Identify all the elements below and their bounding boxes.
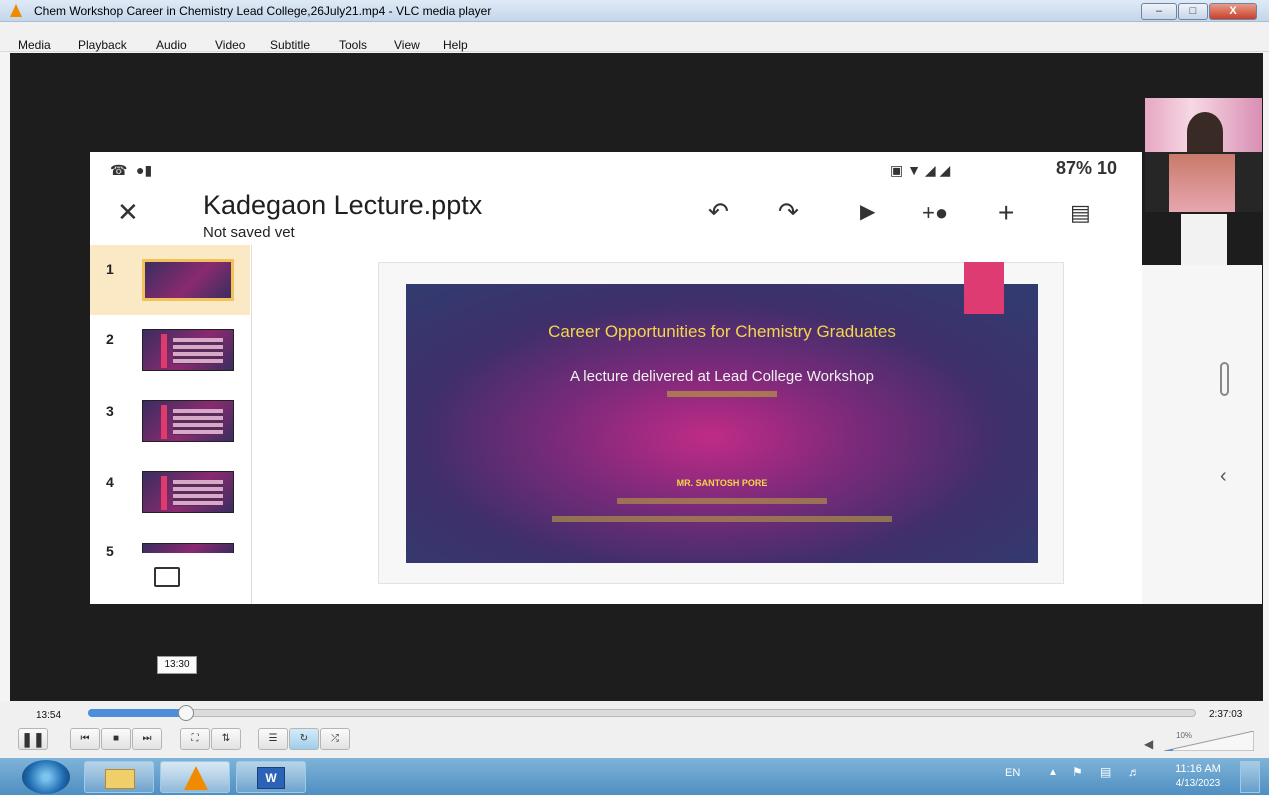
maximize-button[interactable]: □ <box>1178 3 1208 20</box>
slide-thumbnail-3[interactable] <box>142 400 234 442</box>
add-icon[interactable]: + <box>998 199 1014 227</box>
language-indicator[interactable]: EN <box>1005 767 1020 779</box>
previous-icon[interactable]: ⏮ <box>70 728 100 750</box>
taskbar-word[interactable]: W <box>236 761 306 793</box>
participant-video-3 <box>1145 212 1262 265</box>
show-desktop-button[interactable] <box>1240 761 1260 793</box>
undo-icon[interactable]: ↶ <box>708 200 729 225</box>
tray-expand-icon[interactable]: ▲ <box>1048 767 1058 778</box>
window-titlebar[interactable]: Chem Workshop Career in Chemistry Lead C… <box>0 0 1269 22</box>
slide-thumbnail-1[interactable] <box>142 259 234 301</box>
phone-side-panel: ‹ <box>1142 265 1262 604</box>
folder-icon <box>105 769 135 789</box>
word-icon: W <box>257 767 285 789</box>
slide-subtitle: A lecture delivered at Lead College Work… <box>569 368 875 385</box>
taskbar-vlc[interactable] <box>160 761 230 793</box>
slide-thumbnails: 1 2 3 4 5 <box>90 245 252 604</box>
document-status: Not saved vet <box>203 224 295 241</box>
thumb-number: 3 <box>106 403 114 419</box>
menu-help[interactable]: Help <box>443 38 468 52</box>
menu-audio[interactable]: Audio <box>156 38 187 52</box>
play-icon[interactable]: ▶ <box>860 200 875 225</box>
chevron-left-icon[interactable]: ‹ <box>1220 465 1227 488</box>
menu-playback[interactable]: Playback <box>78 38 127 52</box>
close-doc-icon[interactable]: ✕ <box>117 199 139 225</box>
seek-time-tooltip: 13:30 <box>157 656 197 674</box>
action-center-icon[interactable]: ⚑ <box>1072 765 1083 779</box>
slide-author-line-2 <box>406 515 1038 524</box>
slide-thumbnail-4[interactable] <box>142 471 234 513</box>
playlist-icon[interactable]: ☰ <box>258 728 288 750</box>
battery-status: 87% 10 <box>1056 158 1118 178</box>
volume-level: 10% <box>1176 731 1193 740</box>
redo-icon[interactable]: ↷ <box>778 200 799 225</box>
shuffle-icon[interactable]: ⤮ <box>320 728 350 750</box>
next-icon[interactable]: ⏭ <box>132 728 162 750</box>
participant-video-2 <box>1145 152 1262 212</box>
whatsapp-icon: ☎ <box>110 162 128 178</box>
seek-handle[interactable] <box>178 705 194 721</box>
menu-media[interactable]: Media <box>18 38 51 52</box>
slide-subtitle-line <box>406 389 1038 399</box>
slide-title: Career Opportunities for Chemistry Gradu… <box>548 322 896 341</box>
clock-date[interactable]: 4/13/2023 <box>1166 778 1230 789</box>
network-icon[interactable]: ▤ <box>1100 765 1111 779</box>
menu-view[interactable]: View <box>394 38 420 52</box>
extended-settings-icon[interactable]: ⇅ <box>211 728 241 750</box>
menu-tools[interactable]: Tools <box>339 38 367 52</box>
window-title: Chem Workshop Career in Chemistry Lead C… <box>34 4 492 18</box>
thumb-number: 1 <box>106 261 114 277</box>
video-camera-icon: ●▮ <box>136 162 153 178</box>
stop-icon[interactable]: ■ <box>101 728 131 750</box>
minimize-button[interactable]: – <box>1141 3 1177 20</box>
start-button[interactable] <box>22 760 70 794</box>
slide-author-line-1 <box>406 497 1038 506</box>
thumb-number: 2 <box>106 331 114 347</box>
loop-icon[interactable]: ↻ <box>289 728 319 750</box>
volume-tray-icon[interactable]: ♬ <box>1128 765 1140 779</box>
menu-video[interactable]: Video <box>215 38 245 52</box>
thumb-number: 4 <box>106 474 114 490</box>
new-slide-icon[interactable] <box>154 567 180 587</box>
scroll-handle[interactable] <box>1220 362 1229 396</box>
close-button[interactable]: X <box>1209 3 1257 20</box>
vlc-icon <box>184 766 208 790</box>
document-title: Kadegaon Lecture.pptx <box>203 190 483 220</box>
participant-video-1 <box>1145 98 1262 152</box>
slide-accent <box>964 262 1004 314</box>
slide-author: MR. SANTOSH PORE <box>676 478 768 488</box>
slide-thumbnail-5[interactable] <box>142 543 234 553</box>
menu-bar: Media Playback Audio Video Subtitle Tool… <box>0 22 1269 52</box>
menu-subtitle[interactable]: Subtitle <box>270 38 310 52</box>
taskbar-explorer[interactable] <box>84 761 154 793</box>
slide-thumbnail-2[interactable] <box>142 329 234 371</box>
comments-icon[interactable]: ▤ <box>1070 200 1091 225</box>
elapsed-time: 13:54 <box>36 710 62 721</box>
add-person-icon[interactable]: +● <box>922 200 948 225</box>
pause-button[interactable]: ❚❚ <box>18 728 48 750</box>
fullscreen-icon[interactable]: ⛶ <box>180 728 210 750</box>
status-icons: ▣ ▼ ◢ ◢ <box>890 162 951 178</box>
total-time[interactable]: 2:37:03 <box>1209 709 1242 720</box>
thumb-number: 5 <box>106 543 114 559</box>
speaker-icon[interactable]: ◀ <box>1144 737 1153 751</box>
vlc-cone-icon <box>10 4 22 17</box>
clock-time[interactable]: 11:16 AM <box>1166 763 1230 775</box>
seek-progress <box>88 709 186 717</box>
seek-bar[interactable] <box>88 709 1196 717</box>
